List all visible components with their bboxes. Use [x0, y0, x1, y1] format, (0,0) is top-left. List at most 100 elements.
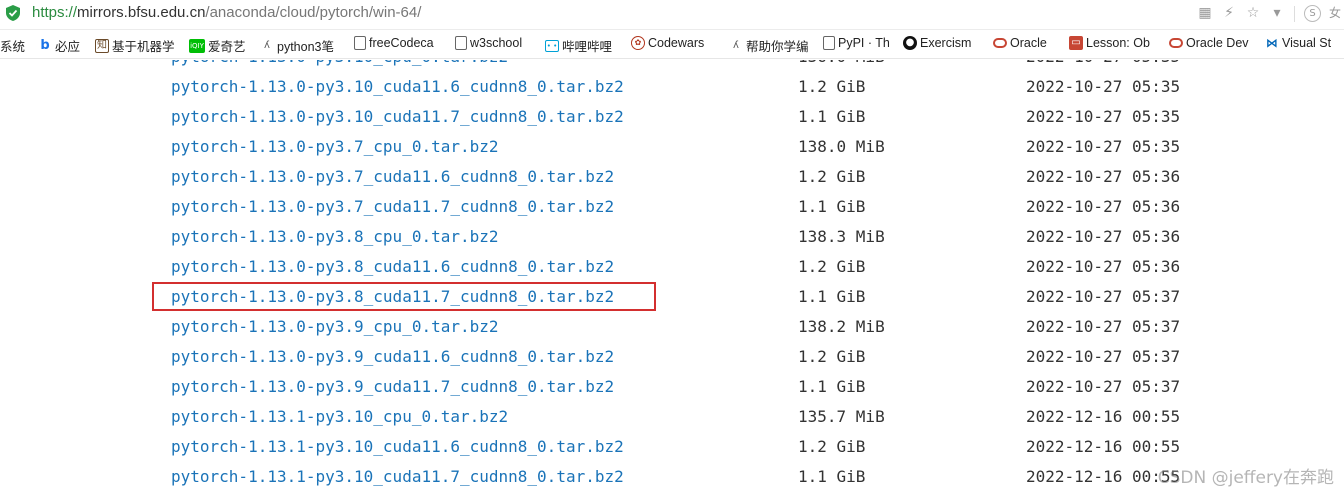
- vscode-icon: ⋈: [1266, 36, 1278, 50]
- bookmark-python3[interactable]: ʎ python3笔: [260, 36, 334, 55]
- file-link[interactable]: pytorch-1.13.0-py3.8_cuda11.6_cudnn8_0.t…: [171, 252, 614, 282]
- bookmark-visual-studio[interactable]: ⋈ Visual St: [1265, 36, 1331, 50]
- toolbar-divider: [1294, 6, 1295, 22]
- file-date: 2022-10-27 05:36: [1026, 167, 1181, 186]
- table-row: pytorch-1.13.1-py3.10_cuda11.6_cudnn8_0.…: [0, 432, 1344, 462]
- url-path: /anaconda/cloud/pytorch/win-64/: [205, 4, 422, 21]
- bookmark-label: Oracle Dev: [1186, 36, 1249, 50]
- bilibili-icon: • •: [545, 39, 559, 52]
- bookmark-label: w3school: [470, 36, 523, 50]
- codewars-icon: ✿: [631, 36, 645, 50]
- grid-icon[interactable]: ▦: [1196, 4, 1214, 22]
- file-link[interactable]: pytorch-1.13.0-py3.7_cuda11.7_cudnn8_0.t…: [171, 192, 614, 222]
- bookmark-w3school[interactable]: w3school: [455, 36, 522, 50]
- bookmark-exercism[interactable]: ● Exercism: [903, 36, 971, 50]
- bookmark-codewars[interactable]: ✿ Codewars: [631, 36, 704, 50]
- user-icon[interactable]: 女: [1326, 4, 1344, 22]
- feather-icon: ʎ: [733, 39, 739, 51]
- file-size: 1.2 GiB: [798, 347, 866, 366]
- lightning-icon[interactable]: ⚡: [1220, 4, 1238, 22]
- bookmark-label: 爱奇艺: [208, 40, 246, 54]
- table-row: pytorch-1.13.0-py3.10_cpu_0.tar.bz2 136.…: [0, 60, 1344, 72]
- file-date: 2022-10-27 05:36: [1026, 227, 1181, 246]
- file-size: 1.2 GiB: [798, 167, 866, 186]
- url-host: mirrors.bfsu.edu.cn: [77, 4, 206, 21]
- file-link[interactable]: pytorch-1.13.0-py3.7_cpu_0.tar.bz2: [171, 132, 499, 162]
- star-icon[interactable]: ☆: [1244, 4, 1262, 22]
- address-bar: https://mirrors.bfsu.edu.cn/anaconda/clo…: [0, 0, 1344, 30]
- file-date: 2022-12-16 00:55: [1026, 407, 1181, 426]
- table-row: pytorch-1.13.0-py3.7_cuda11.7_cudnn8_0.t…: [0, 192, 1344, 222]
- secure-shield-icon: [6, 5, 20, 21]
- file-link[interactable]: pytorch-1.13.0-py3.9_cuda11.7_cudnn8_0.t…: [171, 372, 614, 402]
- table-row: pytorch-1.13.0-py3.7_cpu_0.tar.bz2 138.0…: [0, 132, 1344, 162]
- chevron-down-icon[interactable]: ▾: [1268, 4, 1286, 22]
- file-link[interactable]: pytorch-1.13.0-py3.10_cuda11.7_cudnn8_0.…: [171, 102, 624, 132]
- bookmark-lesson[interactable]: ▭ Lesson: Ob: [1069, 36, 1150, 50]
- file-link[interactable]: pytorch-1.13.0-py3.10_cuda11.6_cudnn8_0.…: [171, 72, 624, 102]
- bookmark-label: 系统: [0, 40, 26, 54]
- file-size: 136.0 MiB: [798, 60, 885, 72]
- bookmark-help-learn[interactable]: ʎ 帮助你学编: [729, 36, 809, 55]
- bookmark-system[interactable]: 系统: [0, 36, 25, 55]
- bookmark-bing[interactable]: b 必应: [38, 36, 80, 55]
- file-link[interactable]: pytorch-1.13.0-py3.8_cuda11.7_cudnn8_0.t…: [171, 282, 614, 312]
- bing-icon: b: [40, 37, 50, 53]
- file-size: 1.1 GiB: [798, 467, 866, 486]
- bookmark-bilibili[interactable]: • • 哔哩哔哩: [545, 36, 612, 55]
- table-row: pytorch-1.13.0-py3.9_cpu_0.tar.bz2 138.2…: [0, 312, 1344, 342]
- file-size: 1.2 GiB: [798, 257, 866, 276]
- bookmark-label: Visual St: [1282, 36, 1332, 50]
- file-listing: pytorch-1.13.0-py3.10_cpu_0.tar.bz2 136.…: [0, 60, 1344, 496]
- oracle-box-icon: ▭: [1069, 36, 1083, 50]
- bookmark-label: PyPI · Th: [838, 36, 890, 50]
- github-icon: ●: [903, 36, 917, 50]
- bookmark-label: 帮助你学编: [746, 40, 809, 54]
- file-link[interactable]: pytorch-1.13.0-py3.9_cpu_0.tar.bz2: [171, 312, 499, 342]
- oracle-icon: [1169, 38, 1183, 48]
- table-row: pytorch-1.13.0-py3.10_cuda11.6_cudnn8_0.…: [0, 72, 1344, 102]
- file-link[interactable]: pytorch-1.13.0-py3.8_cpu_0.tar.bz2: [171, 222, 499, 252]
- table-row: pytorch-1.13.0-py3.8_cuda11.7_cudnn8_0.t…: [0, 282, 1344, 312]
- bookmark-oracle-dev[interactable]: Oracle Dev: [1169, 36, 1249, 50]
- table-row: pytorch-1.13.0-py3.10_cuda11.7_cudnn8_0.…: [0, 102, 1344, 132]
- bookmark-label: Codewars: [648, 36, 705, 50]
- feather-icon: ʎ: [264, 39, 270, 51]
- bookmark-pypi[interactable]: PyPI · Th: [823, 36, 890, 50]
- bookmark-label: 必应: [55, 40, 81, 54]
- file-date: 2022-10-27 05:35: [1026, 77, 1181, 96]
- file-size: 1.1 GiB: [798, 287, 866, 306]
- zhihu-icon: 知: [95, 38, 109, 53]
- watermark: CSDN @jeffery在奔跑: [1157, 468, 1334, 488]
- file-size: 1.1 GiB: [798, 197, 866, 216]
- url-field[interactable]: https://mirrors.bfsu.edu.cn/anaconda/clo…: [32, 4, 421, 21]
- bookmark-iqiyi[interactable]: iQIY 爱奇艺: [189, 36, 246, 55]
- bookmark-label: python3笔: [277, 40, 334, 54]
- bookmark-freecodecamp[interactable]: freeCodeca: [354, 36, 434, 50]
- file-date: 2022-12-16 00:55: [1026, 437, 1181, 456]
- bookmark-label: Oracle: [1010, 36, 1047, 50]
- page-icon: [823, 36, 835, 50]
- file-link[interactable]: pytorch-1.13.0-py3.10_cpu_0.tar.bz2: [171, 60, 508, 72]
- file-link[interactable]: pytorch-1.13.0-py3.7_cuda11.6_cudnn8_0.t…: [171, 162, 614, 192]
- url-scheme: https://: [32, 4, 78, 21]
- bookmark-oracle[interactable]: Oracle: [993, 36, 1047, 50]
- file-size: 135.7 MiB: [798, 407, 885, 426]
- bookmark-zhihu[interactable]: 知 基于机器学: [95, 36, 175, 55]
- table-row: pytorch-1.13.0-py3.9_cuda11.7_cudnn8_0.t…: [0, 372, 1344, 402]
- bookmark-label: 哔哩哔哩: [562, 40, 613, 54]
- file-size: 1.2 GiB: [798, 437, 866, 456]
- file-link[interactable]: pytorch-1.13.1-py3.10_cuda11.6_cudnn8_0.…: [171, 432, 624, 462]
- file-link[interactable]: pytorch-1.13.0-py3.9_cuda11.6_cudnn8_0.t…: [171, 342, 614, 372]
- file-size: 138.3 MiB: [798, 227, 885, 246]
- file-date: 2022-10-27 05:36: [1026, 257, 1181, 276]
- file-link[interactable]: pytorch-1.13.1-py3.10_cpu_0.tar.bz2: [171, 402, 508, 432]
- file-date: 2022-10-27 05:37: [1026, 287, 1181, 306]
- table-row: pytorch-1.13.0-py3.8_cpu_0.tar.bz2 138.3…: [0, 222, 1344, 252]
- page-icon: [455, 36, 467, 50]
- page-icon: [354, 36, 366, 50]
- settings-s-icon[interactable]: S: [1304, 5, 1321, 22]
- file-size: 1.1 GiB: [798, 377, 866, 396]
- file-link[interactable]: pytorch-1.13.1-py3.10_cuda11.7_cudnn8_0.…: [171, 462, 624, 492]
- table-row: pytorch-1.13.1-py3.10_cuda11.7_cudnn8_0.…: [0, 462, 1344, 492]
